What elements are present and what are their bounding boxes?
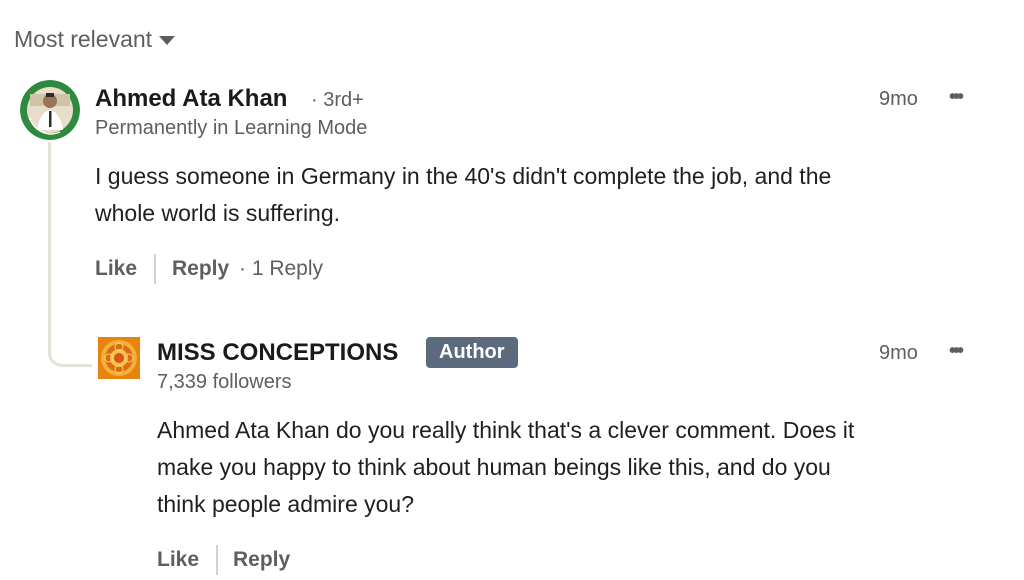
reply-count-link[interactable]: · 1 Reply — [239, 257, 323, 281]
author-badge: Author — [426, 337, 518, 368]
reply-author-name[interactable]: MISS CONCEPTIONS — [157, 339, 398, 367]
action-divider — [154, 254, 156, 284]
connection-degree: · 3rd+ — [311, 89, 364, 111]
like-button[interactable]: Like — [95, 257, 137, 281]
reply-text-line-2: make you happy to think about human bein… — [157, 454, 831, 480]
reply-text-line-3: think people admire you? — [157, 491, 414, 517]
thread-connector-line — [48, 142, 92, 367]
author-headline: Permanently in Learning Mode — [95, 117, 368, 139]
like-button[interactable]: Like — [157, 548, 199, 572]
caret-down-icon — [159, 36, 176, 45]
reply-button[interactable]: Reply — [172, 257, 229, 281]
follower-count: 7,339 followers — [157, 371, 292, 393]
comment-text-line-1: I guess someone in Germany in the 40's d… — [95, 163, 832, 189]
avatar[interactable] — [20, 80, 80, 140]
sort-dropdown[interactable]: Most relevant — [14, 26, 176, 53]
more-options-icon[interactable]: ••• — [949, 86, 964, 109]
more-options-icon[interactable]: ••• — [949, 340, 964, 363]
sort-label: Most relevant — [14, 26, 153, 52]
action-divider — [216, 545, 218, 575]
reply-timestamp: 9mo — [879, 342, 918, 364]
reply-text-line-1: Ahmed Ata Khan do you really think that'… — [157, 417, 855, 443]
comment-author-name[interactable]: Ahmed Ata Khan — [95, 85, 287, 113]
comment-text-line-2: whole world is suffering. — [95, 200, 341, 226]
reply-button[interactable]: Reply — [233, 548, 290, 572]
comment-timestamp: 9mo — [879, 88, 918, 110]
avatar[interactable] — [98, 337, 140, 379]
